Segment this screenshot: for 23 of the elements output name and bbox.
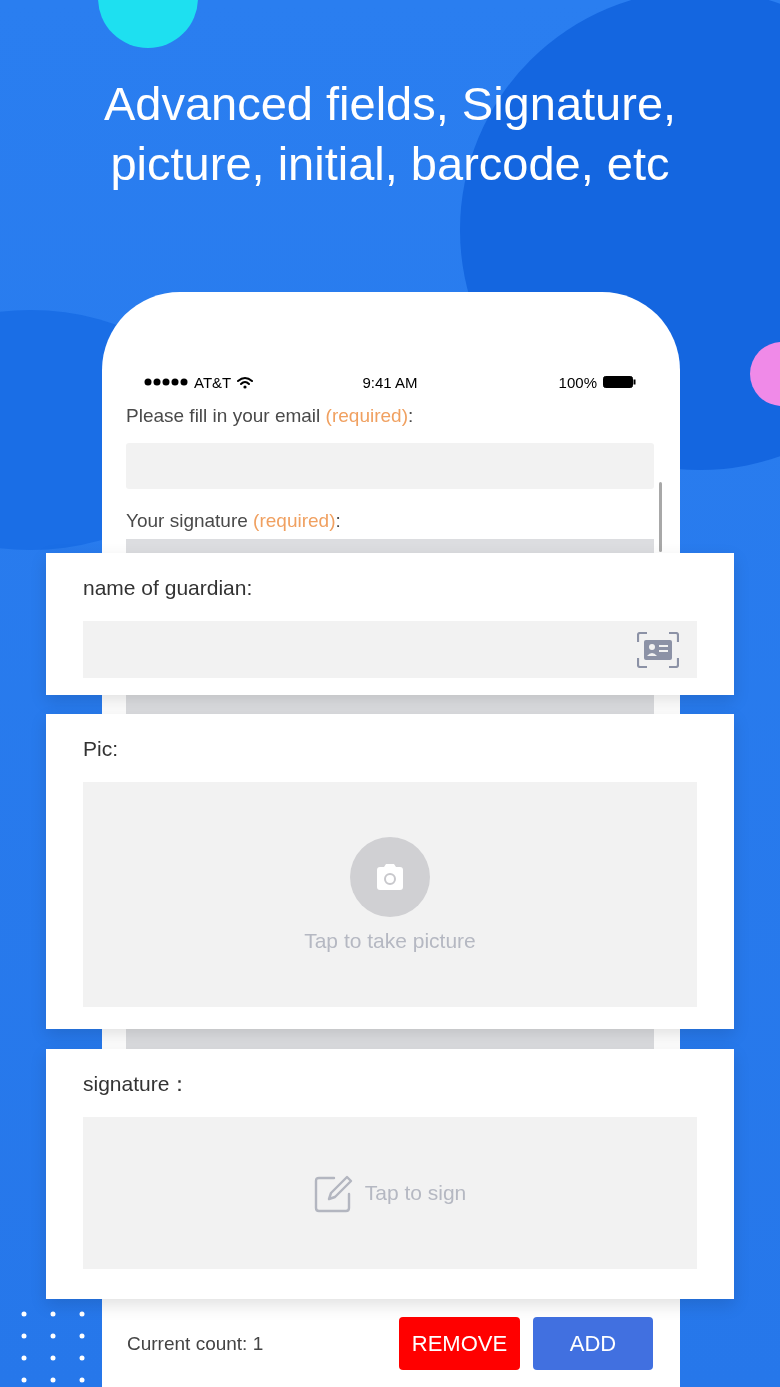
camera-icon — [350, 836, 430, 917]
battery-percent: 100% — [558, 373, 597, 391]
remove-button[interactable]: REMOVE — [399, 1317, 520, 1370]
scrollbar — [659, 482, 662, 552]
id-card-scan-icon — [637, 631, 679, 668]
field-label: name of guardian: — [83, 575, 254, 601]
count-text: Current count: 1 — [127, 1332, 264, 1355]
field-label: Your signature (required): — [126, 509, 342, 533]
headline: Advanced fields, Signature, picture, initial, barcode, etc — [102, 76, 678, 192]
dot-grid — [21, 1311, 85, 1383]
field-label: Please fill in your email (required): — [126, 404, 415, 428]
battery-icon — [603, 376, 636, 388]
status-time: 9:41 AM — [362, 373, 418, 391]
signal-icon — [144, 377, 188, 387]
input-hint: Tap to take picture — [304, 928, 476, 953]
wifi-icon — [237, 375, 254, 389]
input-hint: Tap to sign — [364, 1181, 467, 1205]
add-button[interactable]: ADD — [533, 1317, 653, 1370]
field-label: Pic: — [83, 736, 119, 762]
carrier-name: AT&T — [194, 373, 232, 391]
field-label: signature： — [83, 1071, 192, 1097]
text-input-field[interactable] — [83, 621, 697, 678]
edit-icon — [313, 1173, 353, 1213]
